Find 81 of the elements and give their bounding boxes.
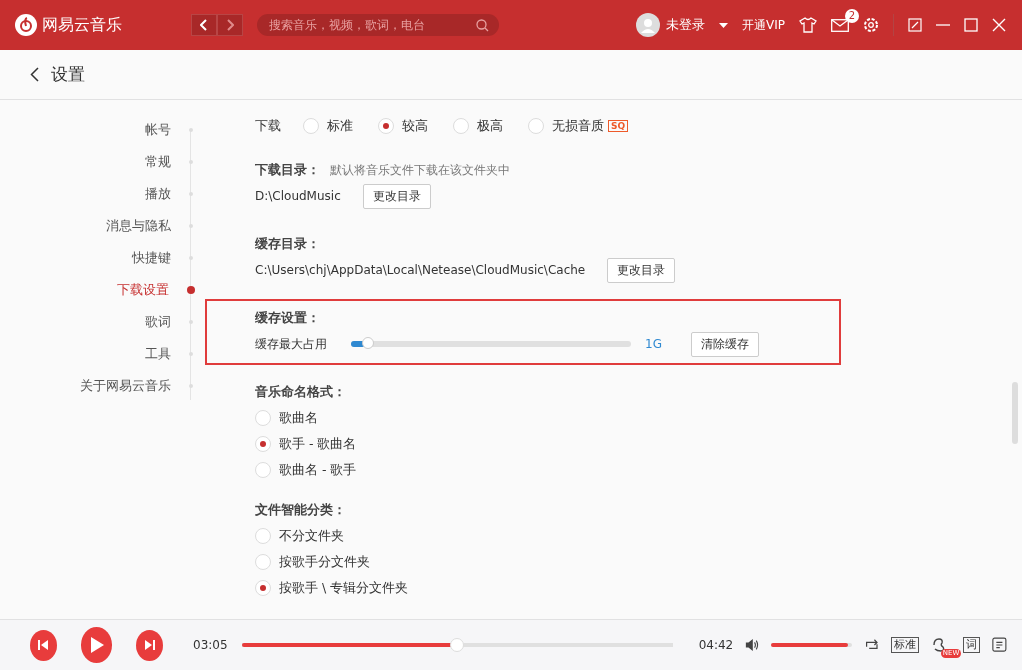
mail-icon[interactable]	[831, 18, 849, 32]
radio-button[interactable]	[255, 410, 271, 426]
play-icon[interactable]	[89, 637, 104, 653]
next-button[interactable]	[136, 629, 163, 661]
lyrics-button[interactable]: 词	[963, 637, 981, 653]
chevron-right-icon[interactable]	[226, 19, 234, 31]
volume-icon[interactable]	[745, 638, 760, 652]
elapsed-time: 03:05	[193, 638, 228, 652]
play-button[interactable]	[80, 627, 113, 663]
section-title: 缓存目录：	[255, 235, 320, 253]
page-title: 设置	[51, 63, 85, 86]
sq-badge: SQ	[608, 120, 629, 132]
user-name[interactable]: 未登录	[666, 16, 705, 34]
next-icon[interactable]	[143, 639, 156, 651]
radio-button[interactable]	[453, 118, 469, 134]
sidebar-item[interactable]: 歌词	[145, 313, 171, 331]
option-label[interactable]: 歌曲名	[279, 409, 318, 427]
radio-button[interactable]	[528, 118, 544, 134]
option-label[interactable]: 歌曲名 - 歌手	[279, 461, 357, 479]
hint-text: 默认将音乐文件下载在该文件夹中	[330, 161, 510, 179]
option-label[interactable]: 极高	[477, 117, 503, 135]
slider-label: 缓存最大占用	[255, 335, 327, 353]
sidebar-item[interactable]: 工具	[145, 345, 171, 363]
previous-button[interactable]	[30, 629, 57, 661]
search-icon[interactable]	[476, 18, 489, 32]
section-title: 文件智能分类：	[255, 501, 347, 519]
folder-path: C:\Users\chj\AppData\Local\Netease\CloudMusic\Cache	[255, 263, 586, 277]
row-label: 下载	[255, 117, 282, 135]
clear-cache-button[interactable]: 清除缓存	[691, 331, 759, 357]
section-title: 音乐命名格式：	[255, 383, 347, 401]
folder-path: D:\CloudMusic	[255, 189, 341, 203]
avatar-icon[interactable]	[636, 13, 660, 37]
vip-link[interactable]: 开通VIP	[742, 16, 785, 34]
radio-button[interactable]	[255, 554, 271, 570]
loop-icon[interactable]	[863, 638, 880, 652]
radio-button[interactable]	[255, 436, 271, 452]
mini-mode-icon[interactable]	[908, 18, 922, 32]
previous-icon[interactable]	[37, 639, 50, 651]
sidebar-item[interactable]: 消息与隐私	[106, 217, 171, 235]
option-label[interactable]: 标准	[327, 117, 353, 135]
option-label[interactable]: 按歌手分文件夹	[279, 553, 370, 571]
sidebar-item[interactable]: 播放	[145, 185, 171, 203]
message-count: 2	[844, 8, 859, 23]
nav-dot	[187, 286, 195, 294]
radio-button[interactable]	[255, 528, 271, 544]
back-button[interactable]	[191, 14, 217, 36]
total-time: 04:42	[698, 638, 734, 652]
maximize-icon[interactable]	[964, 18, 978, 32]
option-label[interactable]: 较高	[402, 117, 428, 135]
radio-button[interactable]	[255, 462, 271, 478]
chevron-left-icon[interactable]	[200, 19, 208, 31]
option-label[interactable]: 按歌手 \ 专辑分文件夹	[279, 579, 409, 597]
scrollbar-thumb[interactable]	[1012, 382, 1018, 444]
slider-value: 1G	[645, 337, 663, 351]
radio-button[interactable]	[303, 118, 319, 134]
sidebar-item[interactable]: 关于网易云音乐	[80, 377, 171, 395]
sidebar-item[interactable]: 快捷键	[132, 249, 171, 267]
section-title: 缓存设置：	[255, 309, 320, 327]
playlist-icon[interactable]	[992, 636, 1008, 654]
sidebar-item[interactable]: 常规	[145, 153, 171, 171]
close-icon[interactable]	[992, 18, 1006, 32]
sidebar-item[interactable]: 下载设置	[117, 281, 169, 299]
sidebar-item[interactable]: 帐号	[145, 121, 171, 139]
volume-slider[interactable]	[771, 643, 852, 647]
option-label[interactable]: 不分文件夹	[279, 527, 344, 545]
settings-icon[interactable]	[863, 17, 879, 33]
radio-button[interactable]	[378, 118, 394, 134]
app-name: 网易云音乐	[42, 14, 122, 36]
change-folder-button[interactable]: 更改目录	[362, 183, 431, 209]
quality-button[interactable]: 标准	[891, 637, 920, 653]
forward-button[interactable]	[217, 14, 243, 36]
option-label[interactable]: 无损音质	[552, 117, 604, 135]
shirt-icon[interactable]	[799, 17, 817, 33]
caret-icon[interactable]	[719, 22, 728, 28]
option-label[interactable]: 歌手 - 歌曲名	[279, 435, 357, 453]
back-icon[interactable]	[30, 67, 39, 82]
change-folder-button[interactable]: 更改目录	[607, 257, 676, 283]
logo-icon	[15, 14, 37, 36]
section-title: 下载目录：	[255, 161, 320, 179]
radio-button[interactable]	[255, 580, 271, 596]
search-field[interactable]: 搜索音乐，视频，歌词，电台	[257, 14, 499, 36]
